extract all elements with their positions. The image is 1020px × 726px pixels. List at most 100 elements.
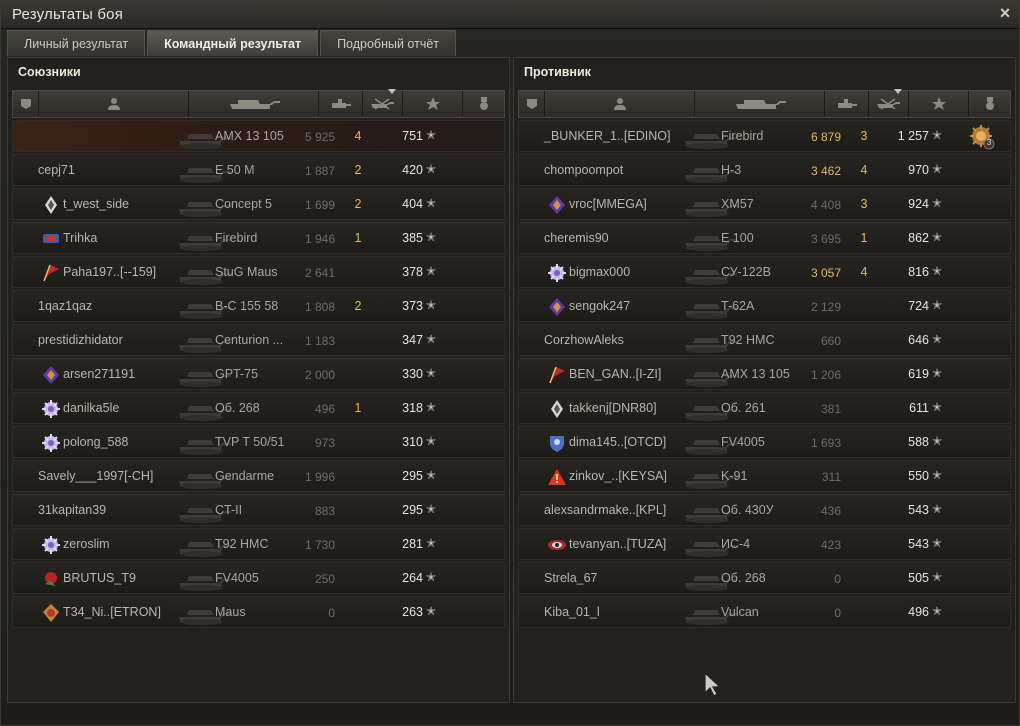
warning-badge-icon: [547, 467, 567, 487]
damage-value: 973: [314, 436, 335, 450]
damage-value: 2 000: [304, 368, 335, 382]
allies-row[interactable]: Paha197..[--159] StuG Maus 2 641 378 ✭: [12, 256, 505, 288]
enemies-title: Противник: [524, 65, 591, 79]
tank-name: Gendarme: [215, 469, 275, 483]
enemies-row[interactable]: bigmax000 СУ-122В 3 057 4 816 ✭: [518, 256, 1011, 288]
allies-row[interactable]: zeroslim T92 HMC 1 730 281 ✭: [12, 528, 505, 560]
tank-name: Об. 261: [721, 401, 766, 415]
damage-value: 883: [314, 504, 335, 518]
allies-row[interactable]: polong_588 TVP T 50/51 973 310 ✭: [12, 426, 505, 458]
star-icon: ✭: [932, 196, 943, 210]
allies-row[interactable]: arsen271191 GPT-75 2 000 330 ✭: [12, 358, 505, 390]
star-icon: ✭: [932, 128, 943, 142]
player-name: _BUNKER_1..[EDINO]: [544, 129, 671, 143]
enemies-row[interactable]: chompoompot Н-3 3 462 4 970 ✭: [518, 154, 1011, 186]
star-icon: ✭: [932, 230, 943, 244]
damage-value: 3 695: [810, 232, 841, 246]
medal-icon[interactable]: 3: [969, 124, 995, 150]
player-name: 31kapitan39: [38, 503, 107, 517]
shield-badge-icon: [547, 433, 567, 453]
enemies-row[interactable]: _BUNKER_1..[EDINO] Firebird 6 879 3 1 257 ✭ 3: [518, 120, 1011, 152]
experience-value: 862: [908, 231, 929, 245]
damage-value: 1 730: [304, 538, 335, 552]
diamond-badge-icon: [547, 399, 567, 419]
player-name: Strela_67: [544, 571, 598, 585]
allies-row[interactable]: T34_Ni..[ETRON] Maus 0 263 ✭: [12, 596, 505, 628]
damage-value: 3 057: [810, 266, 841, 280]
close-icon[interactable]: ×: [995, 3, 1015, 23]
enemies-row[interactable]: Strela_67 Об. 268 0 505 ✭: [518, 562, 1011, 594]
tab-detailed-report[interactable]: Подробный отчёт: [320, 30, 457, 56]
experience-value: 373: [402, 299, 423, 313]
allies-row[interactable]: danilka5le Об. 268 496 1 318 ✭: [12, 392, 505, 424]
damage-value: 2 129: [810, 300, 841, 314]
squad-icon[interactable]: [519, 91, 545, 117]
experience-value: 619: [908, 367, 929, 381]
damage-value: 250: [314, 572, 335, 586]
kills-value: 4: [354, 129, 362, 143]
allies-row[interactable]: Savely___1997[-CH] Gendarme 1 996 295 ✭: [12, 460, 505, 492]
rose-badge-icon: [41, 569, 61, 589]
tab-team-result[interactable]: Командный результат: [147, 30, 319, 56]
enemies-list: _BUNKER_1..[EDINO] Firebird 6 879 3 1 257 ✭ 3 c…: [518, 120, 1011, 630]
tank-icon[interactable]: [189, 91, 319, 117]
experience-star-icon[interactable]: [909, 91, 969, 117]
enemies-row[interactable]: BEN_GAN..[I-ZI] AMX 13 105 1 206 619 ✭: [518, 358, 1011, 390]
kills-icon[interactable]: [869, 91, 909, 117]
enemies-row[interactable]: Kiba_01_l Vulcan 0 496 ✭: [518, 596, 1011, 628]
experience-value: 505: [908, 571, 929, 585]
allies-row[interactable]: prestidizhidator Centurion ... 1 183 347 ✭: [12, 324, 505, 356]
enemies-row[interactable]: cheremis90 E 100 3 695 1 862 ✭: [518, 222, 1011, 254]
damage-icon[interactable]: [319, 91, 363, 117]
star-icon: ✭: [932, 604, 943, 618]
star-icon: ✭: [426, 332, 437, 346]
allies-row[interactable]: 1qaz1qaz B-C 155 58 1 808 2 373 ✭: [12, 290, 505, 322]
tab-personal-result[interactable]: Личный результат: [7, 30, 146, 56]
allies-panel: Союзники AMX 13 105 5 925 4 751 ✭ cepj71 E 50 …: [7, 57, 510, 703]
tank-icon[interactable]: [695, 91, 825, 117]
damage-icon[interactable]: [825, 91, 869, 117]
star-icon: ✭: [932, 434, 943, 448]
player-name: Trihka: [63, 231, 98, 245]
player-name: BEN_GAN..[I-ZI]: [569, 367, 662, 381]
allies-row[interactable]: AMX 13 105 5 925 4 751 ✭: [12, 120, 505, 152]
experience-value: 281: [402, 537, 423, 551]
enemies-row[interactable]: vroc[MMEGA] XM57 4 408 3 924 ✭: [518, 188, 1011, 220]
kills-icon[interactable]: [363, 91, 403, 117]
allies-row[interactable]: Trihka Firebird 1 946 1 385 ✭: [12, 222, 505, 254]
kills-value: 1: [860, 231, 868, 245]
enemies-row[interactable]: alexsandrmake..[KPL] Об. 430У 436 543 ✭: [518, 494, 1011, 526]
tank-name: ИС-4: [721, 537, 751, 551]
enemies-row[interactable]: CorzhowAleks T92 HMC 660 646 ✭: [518, 324, 1011, 356]
player-icon[interactable]: [545, 91, 695, 117]
enemies-row[interactable]: sengok247 T-62A 2 129 724 ✭: [518, 290, 1011, 322]
tank-name: Об. 268: [215, 401, 260, 415]
gear-badge-icon: [41, 399, 61, 419]
player-name: cepj71: [38, 163, 75, 177]
enemies-row[interactable]: tevanyan..[TUZA] ИС-4 423 543 ✭: [518, 528, 1011, 560]
enemies-row[interactable]: dima145..[OTCD] FV4005 1 693 588 ✭: [518, 426, 1011, 458]
allies-row[interactable]: 31kapitan39 CT-II 883 295 ✭: [12, 494, 505, 526]
experience-star-icon[interactable]: [403, 91, 463, 117]
enemies-row[interactable]: takkenj[DNR80] Об. 261 381 611 ✭: [518, 392, 1011, 424]
allies-column-header: [12, 89, 506, 118]
squad-icon[interactable]: [13, 91, 39, 117]
allies-row[interactable]: t_west_side Concept 5 1 699 2 404 ✭: [12, 188, 505, 220]
medal-icon[interactable]: [463, 91, 506, 117]
kills-value: 1: [354, 231, 362, 245]
player-name: prestidizhidator: [38, 333, 123, 347]
tank-name: AMX 13 105: [721, 367, 790, 381]
player-icon[interactable]: [39, 91, 189, 117]
player-name: vroc[MMEGA]: [569, 197, 647, 211]
medal-icon[interactable]: [969, 91, 1012, 117]
star-icon: ✭: [426, 366, 437, 380]
star-icon: ✭: [426, 162, 437, 176]
allies-row[interactable]: cepj71 E 50 M 1 887 2 420 ✭: [12, 154, 505, 186]
kills-value: 4: [860, 163, 868, 177]
allies-row[interactable]: BRUTUS_T9 FV4005 250 264 ✭: [12, 562, 505, 594]
damage-value: 0: [834, 572, 841, 586]
tank-name: Н-3: [721, 163, 742, 177]
enemies-row[interactable]: zinkov_..[KEYSA] K-91 311 550 ✭: [518, 460, 1011, 492]
tank-name: XM57: [721, 197, 754, 211]
player-name: Savely___1997[-CH]: [38, 469, 154, 483]
